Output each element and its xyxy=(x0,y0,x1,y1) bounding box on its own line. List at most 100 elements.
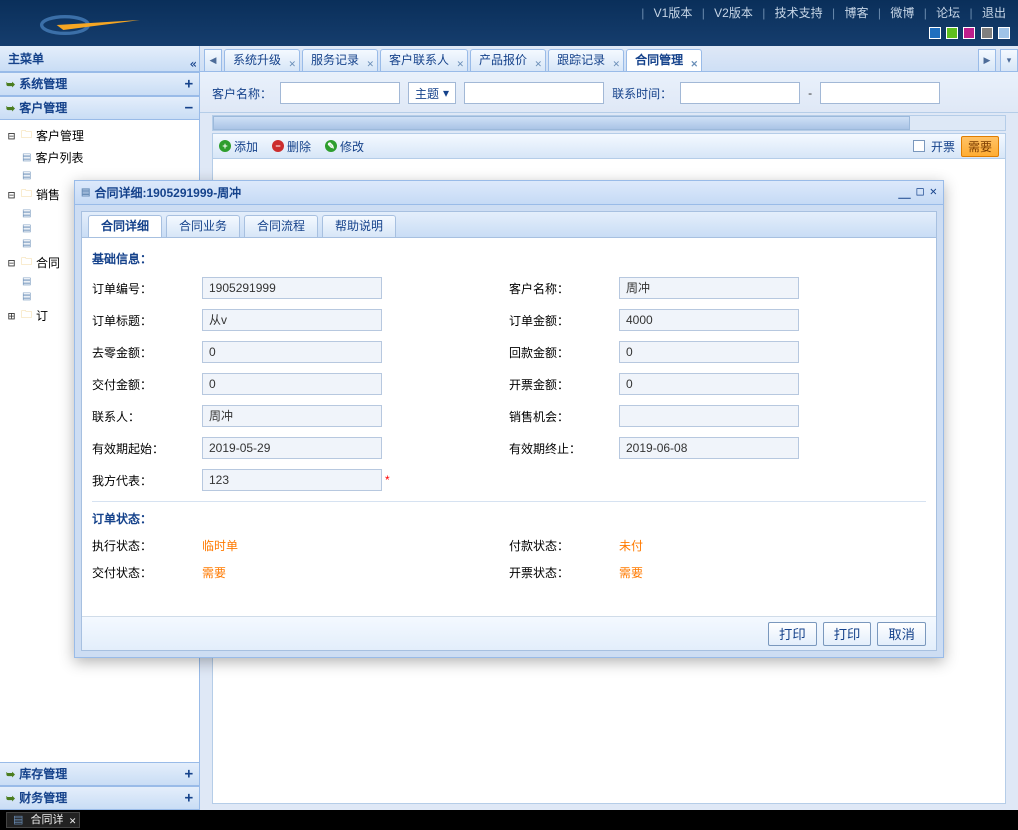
close-icon[interactable]: ✕ xyxy=(288,54,296,72)
theme-square[interactable] xyxy=(946,27,958,39)
label-title: 订单标题： xyxy=(92,312,202,329)
leaf-icon: ▤ xyxy=(22,276,31,287)
checkbox[interactable] xyxy=(913,140,925,152)
tab-menu-button[interactable]: ▾ xyxy=(1000,49,1018,71)
close-icon[interactable]: ✕ xyxy=(457,54,465,72)
action-edit[interactable]: ✎修改 xyxy=(325,138,364,155)
label-cust: 客户名称： xyxy=(509,280,619,297)
collapse-west-icon[interactable]: « xyxy=(190,51,193,77)
panel-system[interactable]: ➥系统管理 + xyxy=(0,72,199,96)
orange-need-button[interactable]: 需要 xyxy=(961,136,999,157)
panel-finance-label: 财务管理 xyxy=(19,791,67,805)
input-time-end[interactable] xyxy=(820,82,940,104)
link-blog[interactable]: 博客 xyxy=(841,6,873,20)
label-chance: 销售机会： xyxy=(509,408,619,425)
value-deliver-st: 需要 xyxy=(202,564,226,581)
tab-contract-mgmt[interactable]: 合同管理✕ xyxy=(626,49,702,71)
label-deliver-st: 交付状态： xyxy=(92,564,202,581)
link-tech[interactable]: 技术支持 xyxy=(771,6,827,20)
collapse-icon[interactable]: − xyxy=(185,96,193,120)
cancel-button[interactable]: 取消 xyxy=(877,622,926,646)
detail-form: 基础信息： 订单编号：1905291999 客户名称：周冲 订单标题：从v 订单… xyxy=(82,238,936,616)
action-add[interactable]: +添加 xyxy=(219,138,258,155)
link-v2[interactable]: V2版本 xyxy=(710,6,757,20)
tab-contact[interactable]: 客户联系人✕ xyxy=(380,49,468,71)
folder-icon: ➥ xyxy=(6,79,15,91)
action-delete[interactable]: −删除 xyxy=(272,138,311,155)
main-tabstrip: ◀ 系统升级✕ 服务记录✕ 客户联系人✕ 产品报价✕ 跟踪记录✕ 合同管理✕ ▶… xyxy=(200,46,1018,72)
tab-biz[interactable]: 合同业务 xyxy=(166,215,240,237)
leaf-icon: ▤ xyxy=(22,170,31,181)
panel-customer-label: 客户管理 xyxy=(19,101,67,115)
taskbar-item[interactable]: ▤ 合同详 ✕ xyxy=(6,812,80,828)
section-status: 订单状态： xyxy=(92,501,926,527)
link-forum[interactable]: 论坛 xyxy=(932,6,964,20)
leaf-icon: ▤ xyxy=(22,223,31,234)
value-invoice-st: 需要 xyxy=(619,564,643,581)
folder-open-icon: 🗀 xyxy=(21,126,32,145)
print-button-2[interactable]: 打印 xyxy=(823,622,872,646)
window-titlebar[interactable]: ▤ 合同详细:1905291999-周冲 ＿ □ ✕ xyxy=(75,181,943,205)
minimize-icon[interactable]: ＿ xyxy=(899,184,911,201)
panel-customer[interactable]: ➥ 客户管理 − xyxy=(0,96,199,120)
tab-track[interactable]: 跟踪记录✕ xyxy=(548,49,624,71)
input-subject[interactable] xyxy=(464,82,604,104)
tab-upgrade[interactable]: 系统升级✕ xyxy=(224,49,300,71)
required-mark: * xyxy=(385,473,390,487)
tab-help[interactable]: 帮助说明 xyxy=(322,215,396,237)
close-icon[interactable]: ✕ xyxy=(535,54,543,72)
expand-icon[interactable]: + xyxy=(185,786,193,810)
grid-toolbar: +添加 −删除 ✎修改 开票 需要 xyxy=(212,133,1006,159)
folder-icon: ➥ xyxy=(6,103,15,115)
link-weibo[interactable]: 微博 xyxy=(886,6,918,20)
close-icon[interactable]: ✕ xyxy=(69,814,77,828)
label-pay: 付款状态： xyxy=(509,537,619,554)
link-logout[interactable]: 退出 xyxy=(978,6,1010,20)
link-v1[interactable]: V1版本 xyxy=(650,6,697,20)
tab-scroll-right[interactable]: ▶ xyxy=(978,49,996,71)
value-contact: 周冲 xyxy=(202,405,382,427)
theme-square[interactable] xyxy=(998,27,1010,39)
tab-detail[interactable]: 合同详细 xyxy=(88,215,162,237)
value-zero: 0 xyxy=(202,341,382,363)
value-chance xyxy=(619,405,799,427)
label-exec: 执行状态： xyxy=(92,537,202,554)
theme-square[interactable] xyxy=(963,27,975,39)
value-exec: 临时单 xyxy=(202,537,238,554)
close-icon[interactable]: ✕ xyxy=(930,184,937,201)
label-contact: 联系人： xyxy=(92,408,202,425)
input-custname[interactable] xyxy=(280,82,400,104)
tab-servicelog[interactable]: 服务记录✕ xyxy=(302,49,378,71)
label-return: 回款金额： xyxy=(509,344,619,361)
close-icon[interactable]: ✕ xyxy=(366,54,374,72)
label-custname: 客户名称： xyxy=(212,85,272,102)
print-button-1[interactable]: 打印 xyxy=(768,622,817,646)
tab-scroll-left[interactable]: ◀ xyxy=(204,49,222,71)
value-order-amt: 4000 xyxy=(619,309,799,331)
tab-quote[interactable]: 产品报价✕ xyxy=(470,49,546,71)
folder-open-icon: 🗀 xyxy=(21,253,32,272)
panel-inventory[interactable]: ➥库存管理 + xyxy=(0,762,199,786)
leaf-icon: ▤ xyxy=(22,238,31,249)
window-title-text: 合同详细:1905291999-周冲 xyxy=(94,184,241,201)
panel-finance[interactable]: ➥财务管理 + xyxy=(0,786,199,810)
label-order-amt: 订单金额： xyxy=(509,312,619,329)
maximize-icon[interactable]: □ xyxy=(917,184,924,201)
tree-node-customer[interactable]: ⊟🗀客户管理 xyxy=(0,124,199,147)
edit-icon: ✎ xyxy=(325,140,337,152)
section-basic: 基础信息： xyxy=(92,250,926,267)
value-title: 从v xyxy=(202,309,382,331)
tab-flow[interactable]: 合同流程 xyxy=(244,215,318,237)
input-time-start[interactable] xyxy=(680,82,800,104)
subject-dropdown[interactable]: 主题▾ xyxy=(408,82,456,104)
close-icon[interactable]: ✕ xyxy=(613,54,621,72)
scroll-thumb[interactable] xyxy=(213,116,910,130)
theme-square[interactable] xyxy=(981,27,993,39)
expand-icon[interactable]: + xyxy=(185,762,193,786)
label-order-no: 订单编号： xyxy=(92,280,202,297)
close-icon[interactable]: ✕ xyxy=(691,54,699,72)
tree-node-customer-list[interactable]: ▤客户列表 xyxy=(0,147,199,168)
theme-square[interactable] xyxy=(929,27,941,39)
h-scrollbar[interactable] xyxy=(212,115,1006,131)
leaf-icon: ▤ xyxy=(22,291,31,302)
